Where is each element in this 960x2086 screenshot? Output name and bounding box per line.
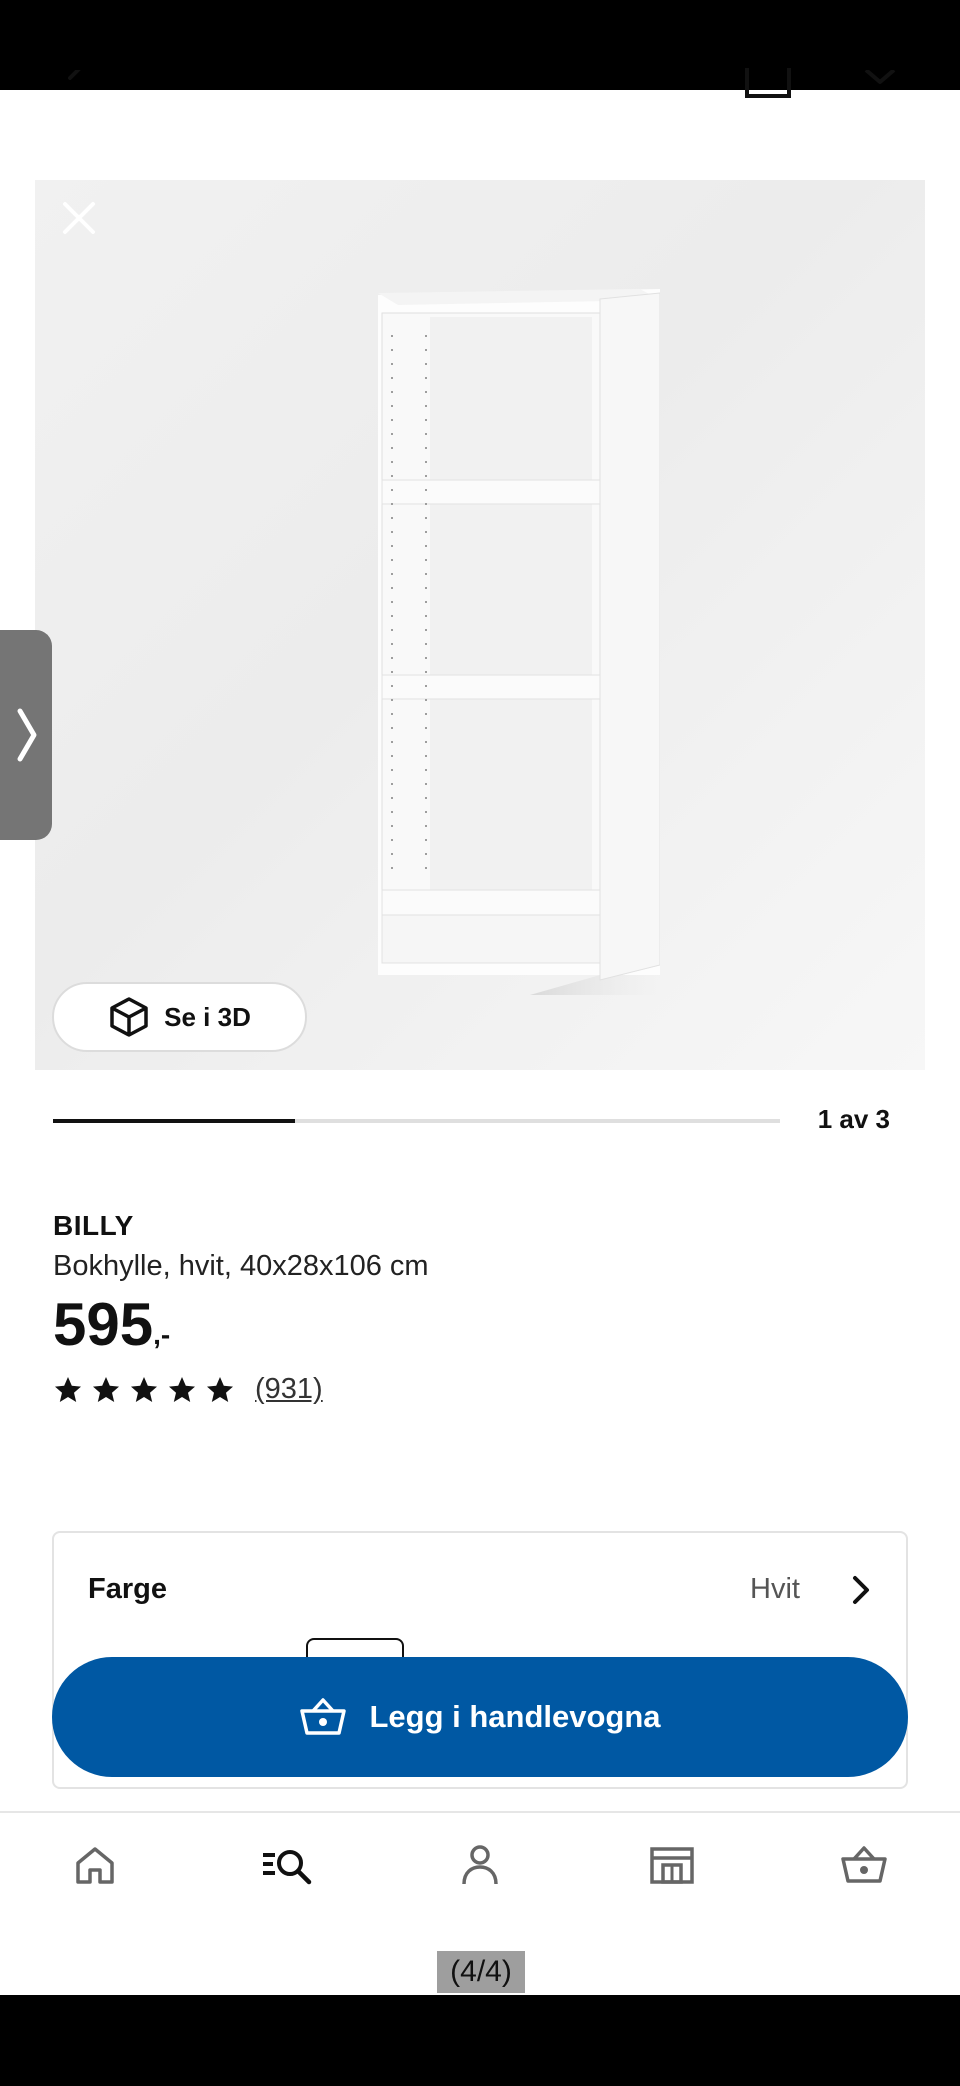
view-in-3d-label: Se i 3D xyxy=(164,1001,251,1032)
status-bar xyxy=(0,0,960,90)
add-to-cart-button[interactable]: Legg i handlevogna xyxy=(52,1657,908,1777)
bookcase-image xyxy=(378,289,660,995)
system-nav-bar xyxy=(0,1995,960,2086)
review-count-link[interactable]: (931) xyxy=(255,1373,323,1406)
star-icon xyxy=(207,1376,233,1402)
store-icon xyxy=(650,1847,694,1884)
basket-icon xyxy=(841,1846,887,1883)
product-image-gallery[interactable] xyxy=(35,180,925,1070)
star-icon xyxy=(131,1376,157,1402)
add-to-cart-label: Legg i handlevogna xyxy=(369,1699,661,1734)
home-icon xyxy=(76,1847,114,1884)
color-label: Farge xyxy=(88,1573,167,1605)
gallery-progress-fill xyxy=(53,1119,296,1123)
close-icon xyxy=(63,202,95,234)
product-rating[interactable]: (931) xyxy=(53,1373,323,1406)
basket-icon xyxy=(300,1698,347,1735)
screenshot-counter: (4/4) xyxy=(437,1951,525,1993)
person-icon xyxy=(462,1845,498,1885)
price-suffix: ,- xyxy=(153,1319,171,1350)
star-icon xyxy=(55,1376,81,1402)
heart-icon[interactable] xyxy=(864,70,896,98)
product-name: BILLY xyxy=(53,1210,134,1241)
price-value: 595 xyxy=(53,1291,154,1358)
color-value: Hvit xyxy=(750,1573,800,1605)
cube-icon xyxy=(110,997,148,1037)
rating-stars xyxy=(53,1375,235,1405)
package-icon[interactable] xyxy=(745,68,791,98)
gallery-progress-track xyxy=(53,1119,780,1123)
search-icon xyxy=(263,1850,312,1885)
product-description: Bokhylle, hvit, 40x28x106 cm xyxy=(53,1250,429,1282)
view-in-3d-button[interactable]: Se i 3D xyxy=(52,982,307,1052)
bottom-navigation xyxy=(0,1813,960,1923)
nav-home[interactable] xyxy=(65,1835,125,1895)
nav-search[interactable] xyxy=(257,1835,317,1895)
nav-cart[interactable] xyxy=(834,1835,894,1895)
gallery-progress-label: 1 av 3 xyxy=(817,1104,890,1134)
close-gallery-button[interactable] xyxy=(55,194,103,242)
star-icon xyxy=(169,1376,195,1402)
nav-store[interactable] xyxy=(642,1835,702,1895)
nav-profile[interactable] xyxy=(450,1835,510,1895)
star-icon xyxy=(93,1376,119,1402)
product-price: 595,- xyxy=(53,1290,170,1360)
back-arrow-icon[interactable] xyxy=(62,70,96,98)
side-panel-handle[interactable] xyxy=(0,630,52,840)
chevron-right-icon xyxy=(17,708,37,762)
chevron-right-icon xyxy=(853,1576,869,1604)
